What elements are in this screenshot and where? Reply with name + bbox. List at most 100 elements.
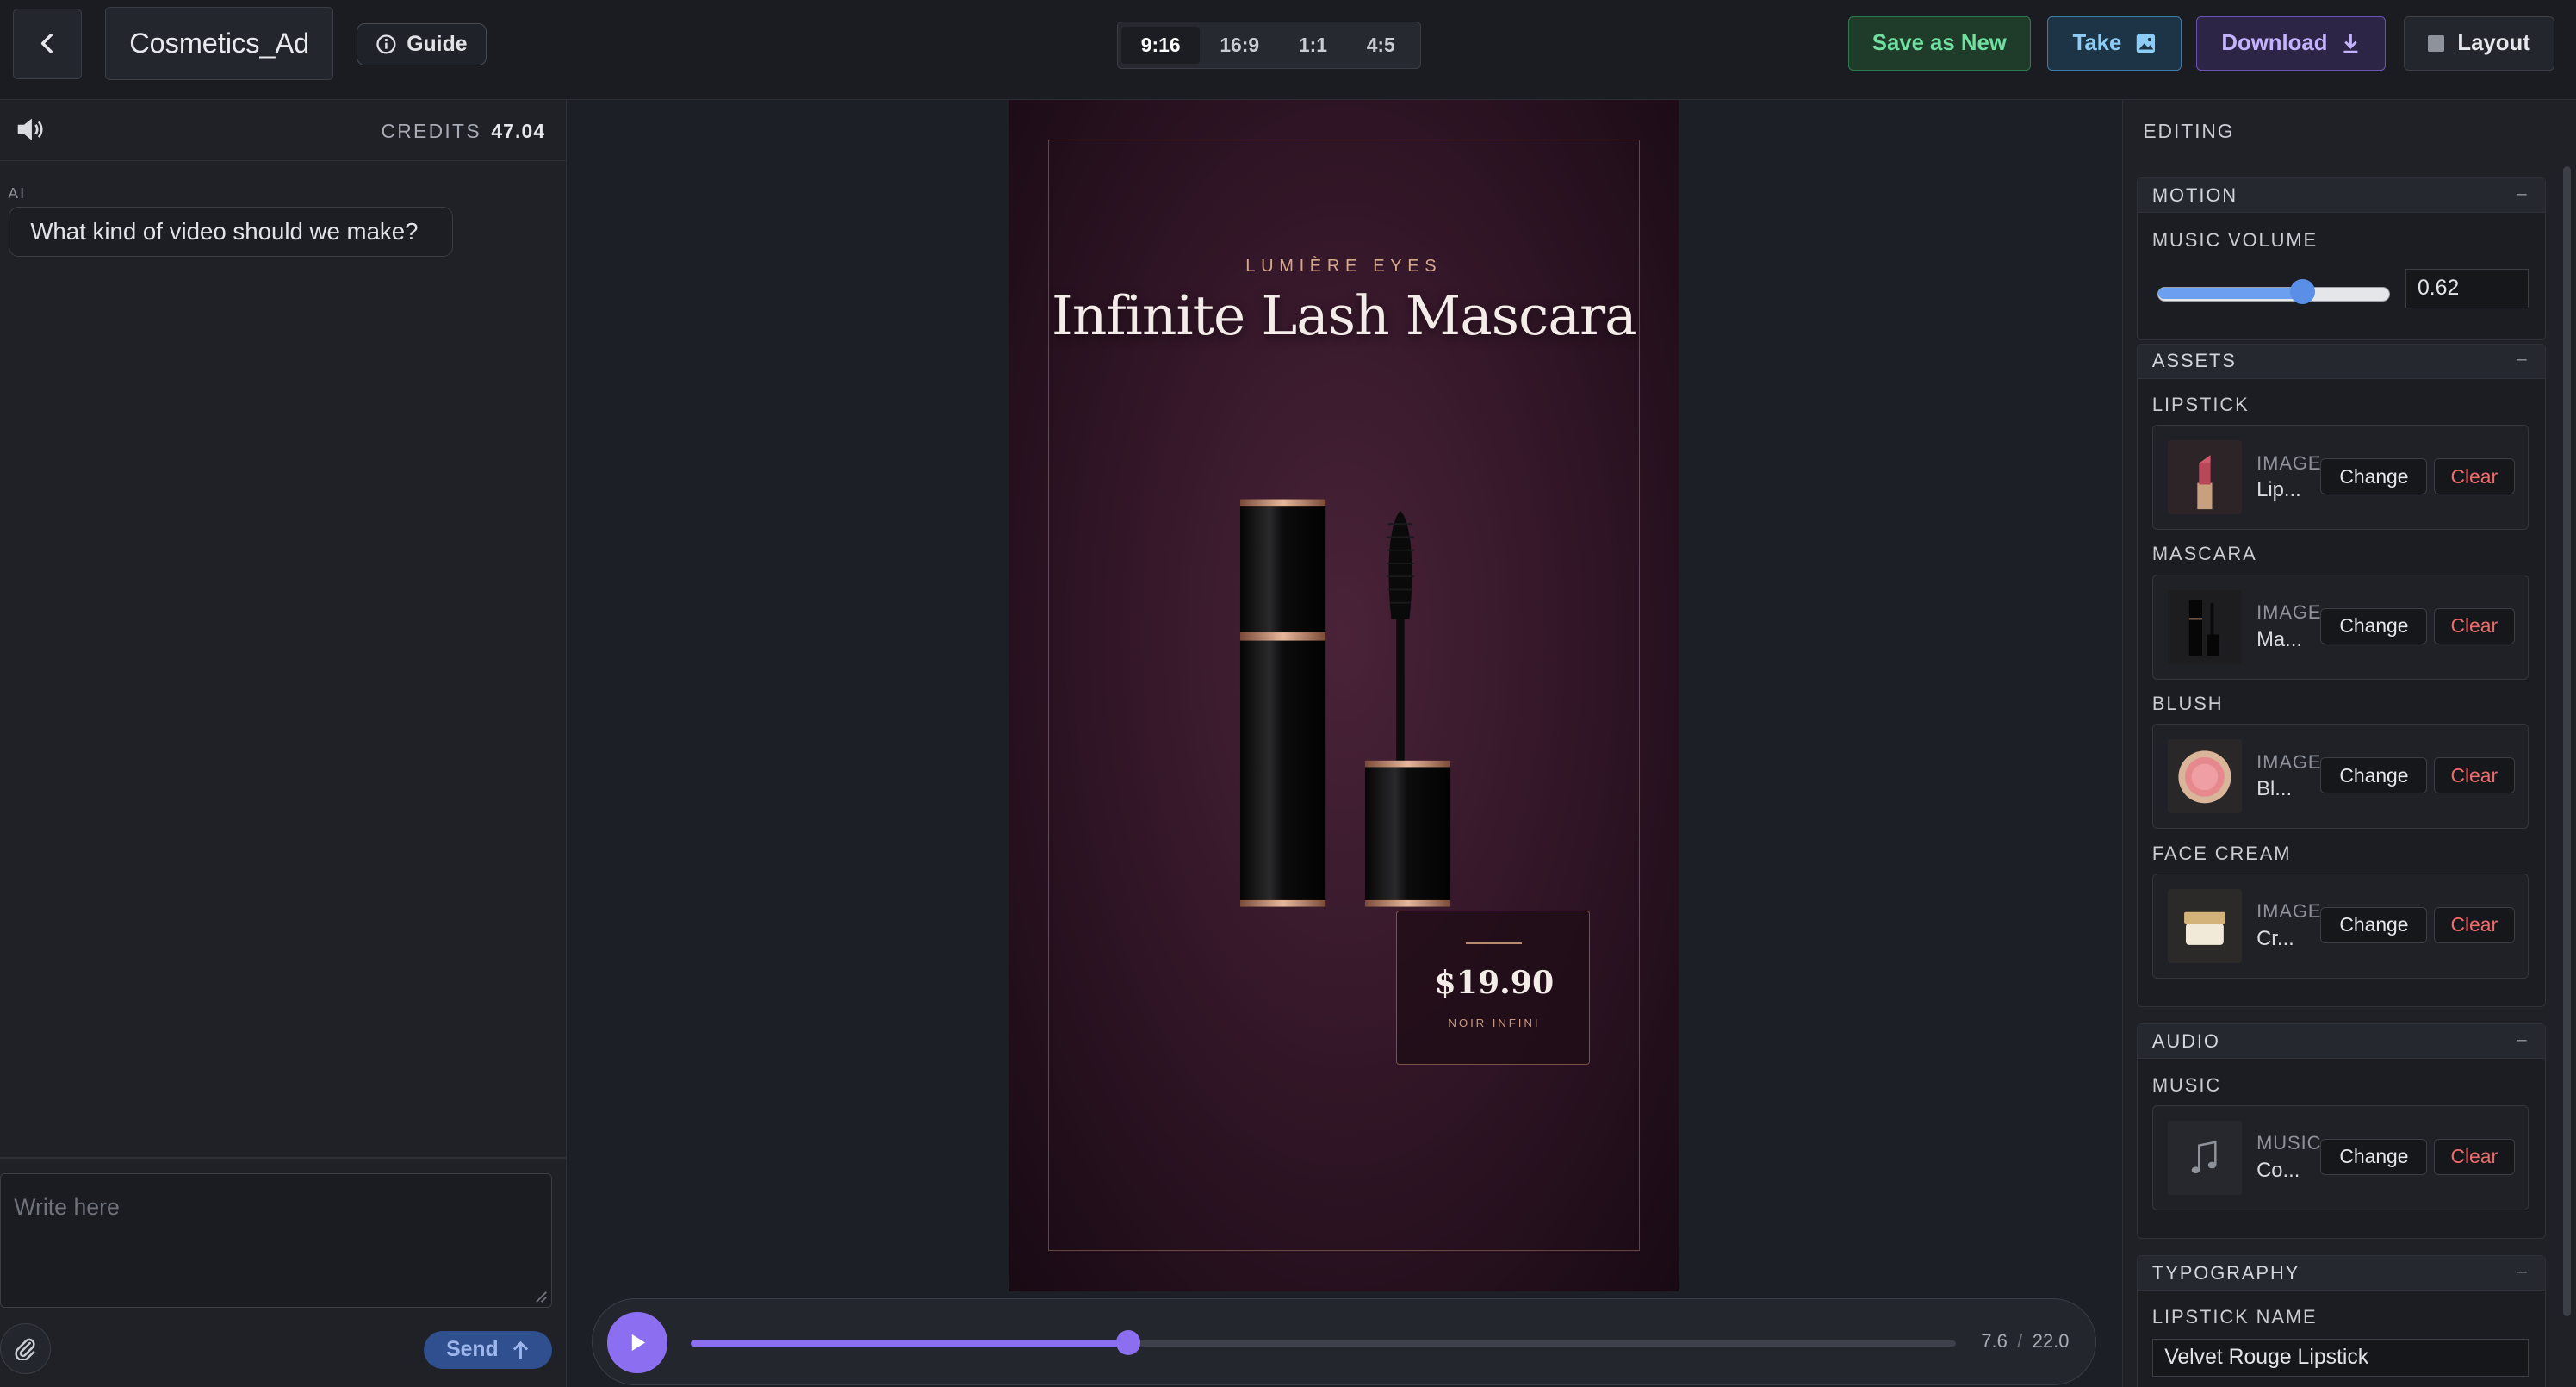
blush-asset-card: IMAGE Bl... Change Clear: [2151, 724, 2529, 830]
guide-button[interactable]: Guide: [356, 22, 487, 66]
playback-bar: 7.6 / 22.0: [591, 1297, 2096, 1385]
mascara-clear-button[interactable]: Clear: [2434, 607, 2515, 644]
download-button[interactable]: Download: [2196, 16, 2386, 71]
aspect-ratio-selector: 9:16 16:9 1:1 4:5: [1117, 21, 1421, 70]
face-cream-asset-card: IMAGE Cr... Change Clear: [2151, 873, 2529, 979]
blush-asset-label: BLUSH: [2151, 693, 2224, 715]
audio-section: AUDIO – MUSIC MUSIC Co... Change Clear: [2136, 1023, 2546, 1240]
credits-value: 47.04: [491, 120, 546, 143]
editing-scrollbar[interactable]: [2562, 165, 2572, 1316]
lipstick-change-button[interactable]: Change: [2320, 458, 2428, 495]
lipstick-name-label: LIPSTICK NAME: [2151, 1305, 2318, 1328]
music-clear-button[interactable]: Clear: [2434, 1138, 2515, 1175]
guide-label: Guide: [407, 32, 468, 56]
music-volume-fill: [2157, 287, 2302, 300]
save-as-new-button[interactable]: Save as New: [1847, 16, 2031, 71]
chat-input-placeholder: Write here: [14, 1193, 120, 1220]
ratio-1-1-button[interactable]: 1:1: [1279, 27, 1347, 65]
layout-label: Layout: [2457, 31, 2530, 56]
credits-display: CREDITS 47.04: [381, 120, 545, 143]
video-preview-canvas[interactable]: LUMIÈRE EYES Infinite Lash Mascara $19.9…: [1009, 100, 1679, 1292]
ad-brand-text: LUMIÈRE EYES: [1245, 256, 1443, 276]
resize-grip-icon[interactable]: [533, 1289, 548, 1303]
music-volume-slider[interactable]: [2157, 279, 2391, 304]
mascara-asset-name: Ma...: [2256, 627, 2303, 651]
attach-button[interactable]: [0, 1322, 52, 1374]
ratio-9-16-button[interactable]: 9:16: [1120, 26, 1201, 65]
time-readout: 7.6 / 22.0: [1981, 1330, 2069, 1353]
chat-divider: [0, 1156, 568, 1159]
play-icon: [631, 1334, 645, 1351]
layout-square-icon: [2428, 35, 2445, 53]
ratio-16-9-button[interactable]: 16:9: [1200, 27, 1279, 65]
lipstick-asset-label: LIPSTICK: [2151, 393, 2250, 415]
face-cream-change-button[interactable]: Change: [2320, 906, 2428, 943]
chevron-left-icon: [40, 34, 53, 53]
ad-product-title: Infinite Lash Mascara: [1051, 283, 1637, 347]
lipstick-clear-button[interactable]: Clear: [2434, 458, 2515, 495]
take-label: Take: [2072, 31, 2122, 56]
motion-heading: MOTION: [2151, 183, 2238, 206]
project-title[interactable]: Cosmetics_Ad: [105, 6, 334, 81]
timeline-track[interactable]: [691, 1330, 1956, 1355]
arrow-up-icon: [512, 1340, 529, 1359]
chat-input[interactable]: Write here: [0, 1172, 552, 1309]
typography-section-header[interactable]: TYPOGRAPHY –: [2137, 1256, 2545, 1291]
lipstick-name-input[interactable]: Velvet Rouge Lipstick: [2151, 1338, 2529, 1377]
ratio-4-5-button[interactable]: 4:5: [1347, 27, 1415, 65]
timeline-scrubber[interactable]: [1115, 1330, 1141, 1355]
music-volume-input[interactable]: 0.62: [2405, 268, 2529, 308]
music-volume-label: MUSIC VOLUME: [2151, 229, 2318, 252]
motion-collapse-button[interactable]: –: [2517, 183, 2529, 204]
price-card: $19.90 NOIR INFINI: [1396, 910, 1591, 1066]
typography-collapse-button[interactable]: –: [2517, 1261, 2529, 1282]
ad-price-subtitle: NOIR INFINI: [1448, 1016, 1541, 1029]
music-asset-name: Co...: [2256, 1158, 2300, 1182]
motion-section-header[interactable]: MOTION –: [2137, 177, 2545, 214]
send-label: Send: [446, 1337, 499, 1361]
audio-section-header[interactable]: AUDIO –: [2137, 1024, 2545, 1060]
face-cream-asset-label: FACE CREAM: [2151, 842, 2292, 864]
audio-heading: AUDIO: [2151, 1029, 2220, 1052]
face-cream-clear-button[interactable]: Clear: [2434, 906, 2515, 943]
play-button[interactable]: [606, 1312, 668, 1373]
editing-panel: EDITING MOTION – MUSIC VOLUME 0.62 ASSET…: [2122, 100, 2576, 1387]
typography-section: TYPOGRAPHY – LIPSTICK NAME Velvet Rouge …: [2136, 1255, 2546, 1387]
music-note-icon: [2168, 1120, 2242, 1195]
typography-heading: TYPOGRAPHY: [2151, 1261, 2300, 1284]
ad-price: $19.90: [1434, 963, 1555, 1001]
speaker-icon[interactable]: [15, 115, 46, 143]
mascara-asset-card: IMAGE Ma... Change Clear: [2151, 574, 2529, 680]
blush-thumbnail-icon: [2168, 739, 2242, 814]
take-button[interactable]: Take: [2046, 16, 2182, 71]
assets-collapse-button[interactable]: –: [2517, 349, 2529, 370]
back-button[interactable]: [13, 8, 83, 79]
audio-collapse-button[interactable]: –: [2517, 1029, 2529, 1050]
mascara-asset-label: MASCARA: [2151, 543, 2257, 565]
image-icon: [2136, 34, 2155, 53]
duration: 22.0: [2032, 1330, 2070, 1353]
face-cream-thumbnail-icon: [2168, 889, 2242, 963]
editing-title: EDITING: [2143, 120, 2235, 143]
layout-button[interactable]: Layout: [2403, 16, 2555, 71]
music-change-button[interactable]: Change: [2320, 1138, 2428, 1175]
save-as-new-label: Save as New: [1871, 31, 2007, 56]
lipstick-thumbnail-icon: [2168, 440, 2242, 515]
music-asset-card: MUSIC Co... Change Clear: [2151, 1104, 2529, 1210]
blush-change-button[interactable]: Change: [2320, 757, 2428, 794]
assets-section-header[interactable]: ASSETS –: [2137, 344, 2545, 379]
mascara-thumbnail-icon: [2168, 589, 2242, 664]
download-label: Download: [2221, 31, 2328, 56]
mascara-change-button[interactable]: Change: [2320, 607, 2428, 644]
app-root: Cosmetics_Ad Guide 9:16 16:9 1:1 4:5 Sav…: [0, 0, 2576, 1387]
music-volume-knob[interactable]: [2289, 279, 2315, 304]
preview-stage: LUMIÈRE EYES Infinite Lash Mascara $19.9…: [568, 100, 2121, 1387]
send-button[interactable]: Send: [424, 1331, 552, 1369]
time-separator: /: [2017, 1330, 2023, 1353]
current-time: 7.6: [1981, 1330, 2008, 1353]
mascara-product-image: [1240, 499, 1451, 907]
assets-heading: ASSETS: [2151, 350, 2237, 372]
music-asset-label: MUSIC: [2151, 1073, 2222, 1096]
blush-clear-button[interactable]: Clear: [2434, 757, 2515, 794]
face-cream-asset-type: IMAGE: [2256, 900, 2322, 923]
